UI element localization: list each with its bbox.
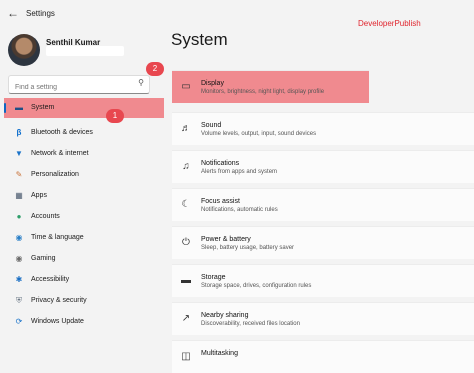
card-multitasking[interactable]: ◫ Multitasking [172,340,474,373]
sidebar: Senthil Kumar ⚲ ▬ System β Bluetooth & d… [0,28,168,352]
storage-icon: ▬ [181,275,191,286]
card-focus-assist[interactable]: ☾ Focus assist Notifications, automatic … [172,188,474,221]
annotation-badge-2: 2 [146,62,164,76]
card-sound[interactable]: ♬ Sound Volume levels, output, input, so… [172,112,474,145]
shield-icon: ⛨ [16,296,22,305]
multitask-icon: ◫ [181,351,191,362]
sidebar-item-system[interactable]: ▬ System [4,98,164,118]
search-icon[interactable]: ⚲ [138,78,144,87]
sidebar-item-label: Accounts [31,213,60,220]
sidebar-item-label: Bluetooth & devices [31,129,93,136]
person-icon: ● [16,212,22,221]
sidebar-item-label: Gaming [31,255,56,262]
active-indicator [4,103,6,113]
sidebar-item-windows-update[interactable]: ⟳ Windows Update [4,312,164,332]
sidebar-item-gaming[interactable]: ◉ Gaming [4,249,164,269]
sidebar-item-personalization[interactable]: ✎ Personalization [4,165,164,185]
sidebar-item-label: Network & internet [31,150,89,157]
card-subtitle: Notifications, automatic rules [201,207,278,213]
card-title: Sound [201,122,222,129]
card-storage[interactable]: ▬ Storage Storage space, drives, configu… [172,264,474,297]
sidebar-item-accounts[interactable]: ● Accounts [4,207,164,227]
card-subtitle: Monitors, brightness, night light, displ… [201,89,325,95]
wifi-icon: ▼ [15,149,23,158]
display-icon: ▭ [181,81,191,92]
search-input[interactable] [9,80,125,95]
sidebar-item-label: System [31,104,55,111]
sidebar-item-bluetooth[interactable]: β Bluetooth & devices [4,123,164,143]
sidebar-item-privacy[interactable]: ⛨ Privacy & security [4,291,164,311]
share-icon: ↗ [181,313,191,324]
bell-icon: ♫ [182,161,190,172]
card-notifications[interactable]: ♫ Notifications Alerts from apps and sys… [172,150,474,183]
accessibility-icon: ✱ [15,275,23,284]
card-subtitle: Storage space, drives, configuration rul… [201,283,312,289]
sidebar-item-label: Personalization [31,171,79,178]
power-icon: ⏻ [182,237,190,248]
page-title: System [171,30,228,49]
card-subtitle: Alerts from apps and system [201,169,278,175]
card-subtitle: Volume levels, output, input, sound devi… [201,131,317,137]
annotation-badge-1: 1 [106,109,124,123]
sidebar-item-label: Windows Update [31,318,84,325]
gamepad-icon: ◉ [15,254,23,263]
card-title: Power & battery [201,236,251,243]
card-title: Notifications [201,160,240,167]
card-power-battery[interactable]: ⏻ Power & battery Sleep, battery usage, … [172,226,474,259]
update-icon: ⟳ [15,317,23,326]
sidebar-item-apps[interactable]: ▦ Apps [4,186,164,206]
sidebar-item-label: Time & language [31,234,84,241]
user-email-redacted [46,46,124,56]
card-title: Focus assist [201,198,240,205]
sidebar-item-accessibility[interactable]: ✱ Accessibility [4,270,164,290]
title-bar: ← Settings DeveloperPublish [0,0,474,28]
bluetooth-icon: β [16,128,22,137]
sidebar-item-time-language[interactable]: ◉ Time & language [4,228,164,248]
watermark-text: DeveloperPublish [358,19,421,28]
card-subtitle: Sleep, battery usage, battery saver [201,245,295,251]
speaker-icon: ♬ [181,123,191,134]
card-title: Multitasking [201,350,238,357]
sidebar-item-label: Privacy & security [31,297,87,304]
card-display[interactable]: ▭ Display Monitors, brightness, night li… [172,70,369,103]
sidebar-item-label: Apps [31,192,47,199]
apps-icon: ▦ [15,191,23,200]
card-title: Storage [201,274,226,281]
card-nearby-sharing[interactable]: ↗ Nearby sharing Discoverability, receiv… [172,302,474,335]
card-title: Nearby sharing [201,312,249,319]
sidebar-item-network[interactable]: ▼ Network & internet [4,144,164,164]
back-arrow-icon[interactable]: ← [7,6,19,20]
avatar[interactable] [8,34,40,66]
card-title: Display [201,80,224,87]
monitor-icon: ▬ [15,103,23,112]
moon-icon: ☾ [181,199,191,210]
search-box[interactable]: ⚲ [8,75,150,95]
card-subtitle: Discoverability, received files location [201,321,300,327]
sidebar-item-label: Accessibility [31,276,70,283]
app-title: Settings [26,9,55,18]
globe-clock-icon: ◉ [15,233,23,242]
brush-icon: ✎ [15,170,23,179]
